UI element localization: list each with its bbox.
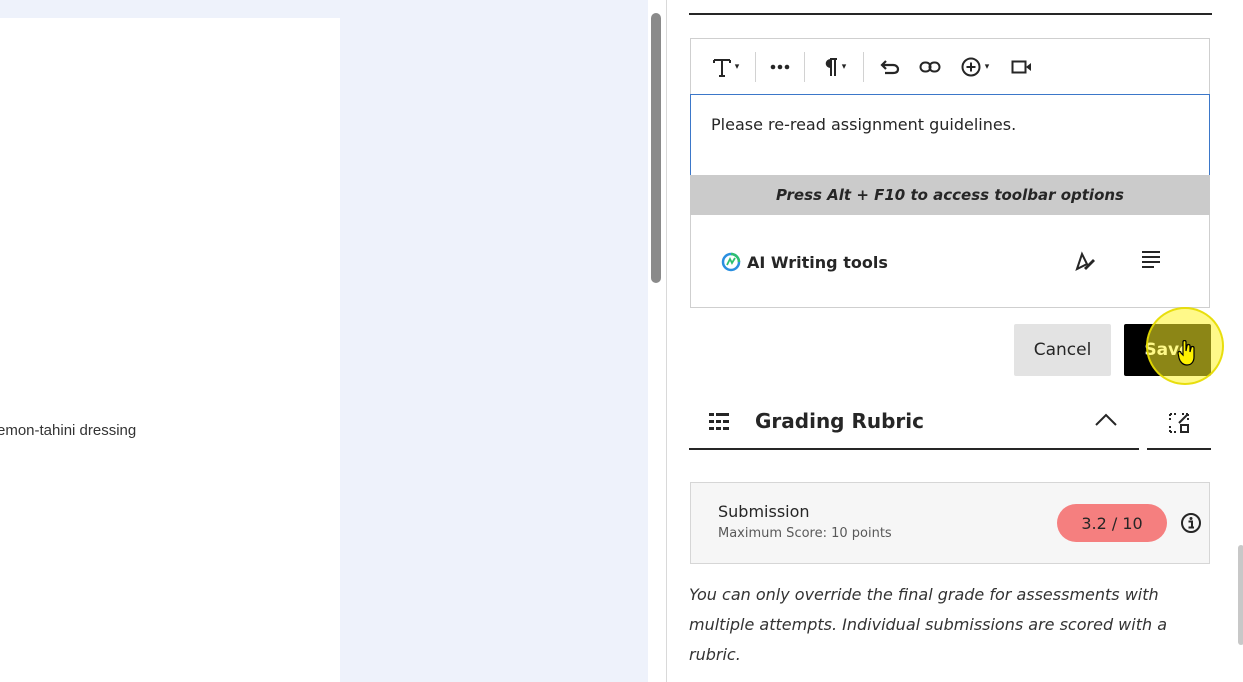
toolbar-separator [755,51,756,82]
grading-panel: ▾ ▾ ▾ Please re-read assignment guidelin… [667,0,1243,682]
submission-title: Submission [718,502,810,521]
document-text: emon-tahini dressing [0,420,136,439]
undo-icon [880,59,900,74]
plus-circle-icon [961,57,981,76]
feedback-editor: ▾ ▾ ▾ Please re-read assignment guidelin… [690,38,1210,308]
ai-writing-tools-label: AI Writing tools [747,252,888,272]
record-video-button[interactable] [1000,47,1044,87]
rubric-expand-wrap [1147,398,1211,450]
text-format-button[interactable]: ▾ [703,47,749,87]
paragraph-icon [825,57,837,76]
save-button[interactable]: Save [1124,324,1211,376]
more-icon [770,64,790,69]
document-viewer: emon-tahini dressing [0,0,648,682]
grading-rubric-header[interactable]: Grading Rubric [689,398,1139,450]
submission-score-row: Submission Maximum Score: 10 points 3.2 … [690,482,1210,564]
chevron-down-icon: ▾ [984,61,990,72]
rubric-grid-icon [709,413,729,430]
toolbar-hint: Press Alt + F10 to access toolbar option… [690,175,1210,215]
toolbar-separator [804,51,805,82]
chevron-down-icon: ▾ [734,61,740,72]
feedback-text-input[interactable]: Please re-read assignment guidelines. [690,94,1210,176]
link-button[interactable] [910,47,950,87]
align-left-icon[interactable] [1141,250,1161,268]
editor-toolbar: ▾ ▾ ▾ [691,39,1209,94]
feedback-text: Please re-read assignment guidelines. [711,115,1017,134]
expand-icon[interactable] [1168,412,1190,434]
undo-button[interactable] [870,47,910,87]
info-icon[interactable] [1180,512,1202,534]
link-icon [919,61,941,72]
chevron-down-icon: ▾ [841,61,847,72]
chevron-up-icon[interactable] [1094,412,1118,428]
document-scrollbar[interactable] [651,13,661,283]
text-format-icon [712,58,731,77]
video-icon [1011,60,1031,73]
rubric-title: Grading Rubric [755,409,924,433]
override-note: You can only override the final grade fo… [689,585,1168,664]
ai-writing-tools-button[interactable]: AI Writing tools [721,252,888,272]
pen-icon[interactable] [1074,250,1096,272]
toolbar-separator [863,51,864,82]
cancel-button[interactable]: Cancel [1014,324,1111,376]
maximum-score: Maximum Score: 10 points [718,526,892,541]
insert-content-button[interactable]: ▾ [950,47,1000,87]
paragraph-button[interactable]: ▾ [811,47,857,87]
section-rule [689,13,1212,15]
editor-footer: AI Writing tools [691,215,1209,307]
document-text-line: emon-tahini dressing [0,422,137,439]
ai-sparkle-icon [721,252,741,272]
panel-scrollbar[interactable] [1238,545,1243,645]
document-page: emon-tahini dressing [0,18,340,682]
more-button[interactable] [762,47,798,87]
score-badge[interactable]: 3.2 / 10 [1057,504,1167,542]
